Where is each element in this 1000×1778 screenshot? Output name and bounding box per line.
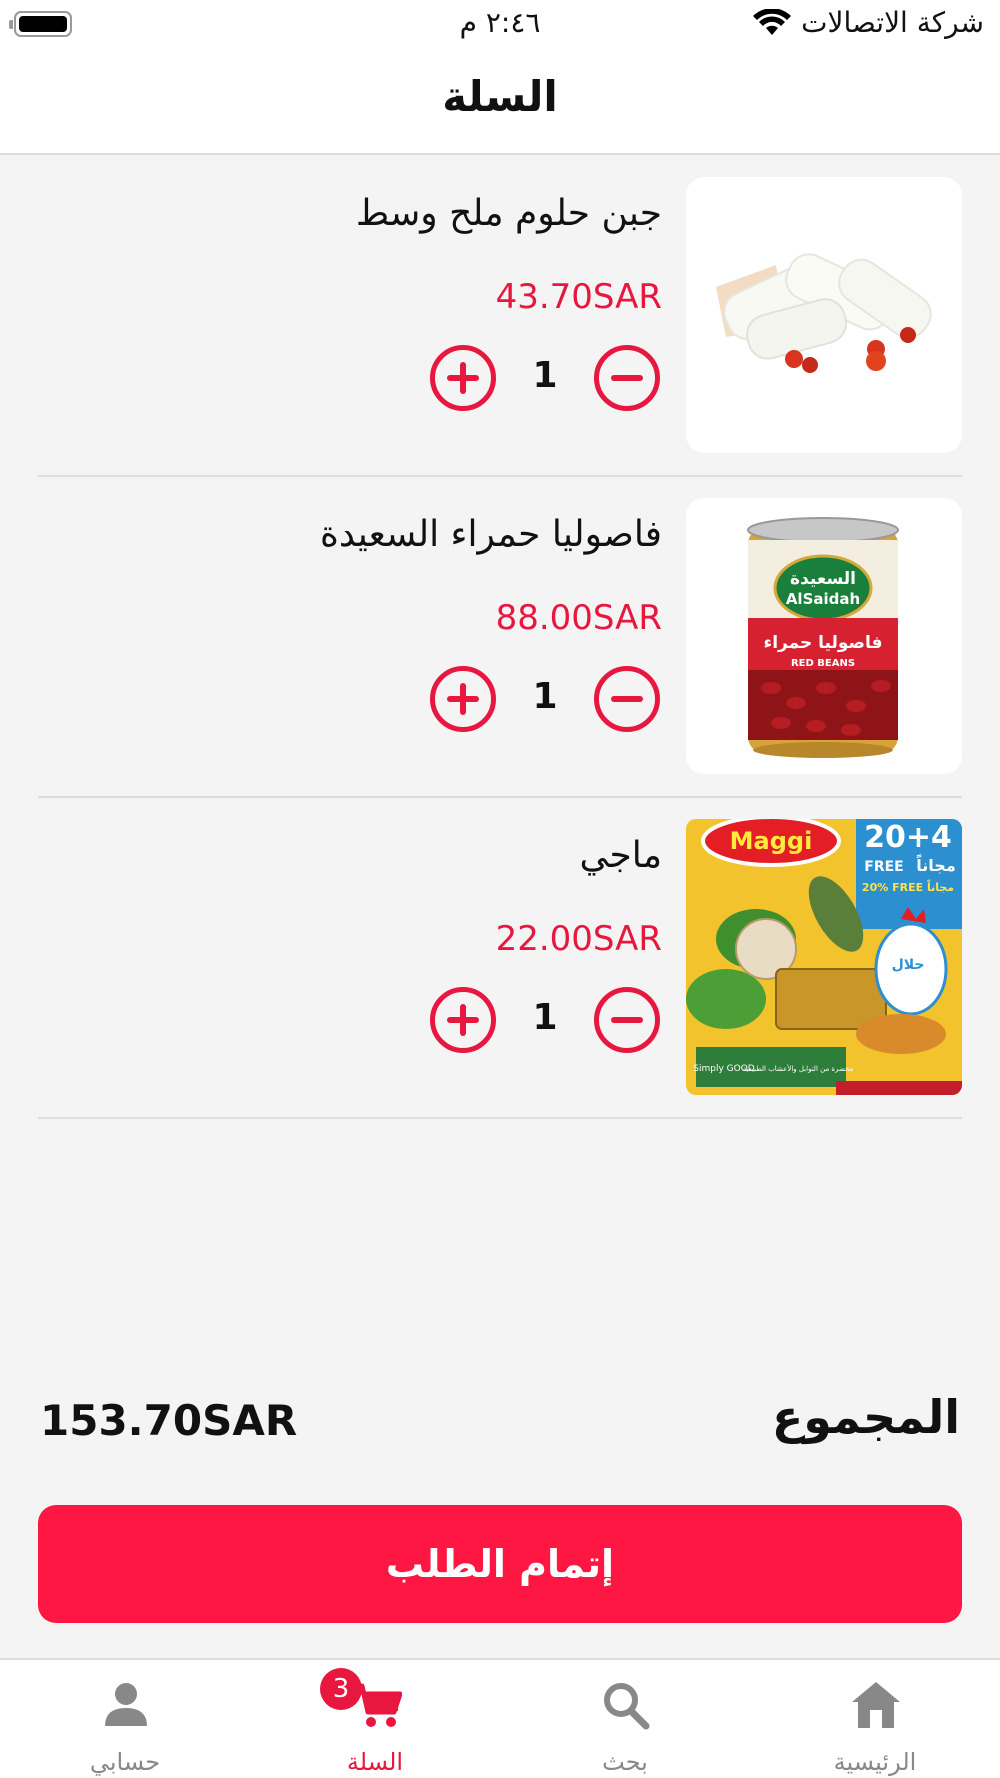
- product-price: 22.00SAR: [495, 919, 662, 959]
- tab-label: السلة: [346, 1748, 404, 1776]
- product-price: 88.00SAR: [495, 598, 662, 638]
- free-percent-text: 20% FREE مجاناً: [862, 879, 954, 894]
- plus-icon: [447, 683, 479, 715]
- tab-search[interactable]: بحث: [500, 1660, 750, 1778]
- minus-icon: [611, 1017, 643, 1023]
- product-name: ماجي: [579, 835, 662, 876]
- search-icon: [604, 1683, 650, 1730]
- status-time: ٢:٤٦ م: [459, 6, 541, 39]
- increase-quantity-button[interactable]: [430, 666, 496, 732]
- decrease-quantity-button[interactable]: [594, 987, 660, 1053]
- wifi-icon: [753, 8, 792, 35]
- halal-text: حلال: [892, 957, 925, 973]
- tab-label: الرئيسية: [833, 1748, 917, 1776]
- minus-icon: [611, 696, 643, 702]
- cart-item: جبن حلوم ملح وسط 43.70SAR 1: [38, 157, 962, 477]
- total-value: 153.70SAR: [40, 1396, 298, 1445]
- tab-home[interactable]: الرئيسية: [750, 1660, 1000, 1778]
- quantity-value: 1: [532, 997, 558, 1038]
- cart-item: 20+4 مجاناً FREE 20% FREE مجاناً Maggi ح…: [38, 799, 962, 1119]
- maggi-brand-text: Maggi: [730, 827, 813, 855]
- product-name: جبن حلوم ملح وسط: [355, 193, 662, 234]
- product-ar-text: فاصوليا حمراء: [764, 633, 883, 653]
- plus-icon: [447, 1004, 479, 1036]
- status-carrier: شركة الاتصالات: [753, 6, 984, 39]
- cart-item: السعيدة AlSaidah فاصوليا حمراء RED BEANS…: [38, 478, 962, 798]
- product-price: 43.70SAR: [495, 277, 662, 317]
- quantity-value: 1: [532, 676, 558, 717]
- halloumi-cheese-image: [686, 177, 962, 453]
- quantity-stepper: 1: [430, 345, 660, 411]
- promo-text: 20+4: [864, 820, 952, 855]
- tab-bar: حسابي 3 السلة بحث الرئيسية: [0, 1658, 1000, 1778]
- brand-ar-text: السعيدة: [790, 569, 856, 589]
- user-icon: [105, 1683, 147, 1726]
- header: السلة: [0, 50, 1000, 155]
- plus-icon: [447, 362, 479, 394]
- tab-cart[interactable]: 3 السلة: [250, 1660, 500, 1778]
- status-bar: ٢:٤٦ م شركة الاتصالات: [0, 0, 1000, 50]
- red-beans-can-image: السعيدة AlSaidah فاصوليا حمراء RED BEANS: [686, 498, 962, 774]
- natural-ar-text: محضرة من التوابل والأعشاب الطبيعية: [743, 1064, 854, 1073]
- tab-label: بحث: [602, 1748, 648, 1776]
- brand-en-text: AlSaidah: [786, 590, 860, 608]
- page-title: السلة: [442, 72, 558, 121]
- quantity-stepper: 1: [430, 666, 660, 732]
- product-en-text: RED BEANS: [791, 658, 855, 669]
- minus-icon: [611, 375, 643, 381]
- battery-icon: [9, 11, 72, 37]
- increase-quantity-button[interactable]: [430, 345, 496, 411]
- quantity-value: 1: [532, 355, 558, 396]
- free-text: FREE: [864, 859, 903, 875]
- decrease-quantity-button[interactable]: [594, 345, 660, 411]
- tab-account[interactable]: حسابي: [0, 1660, 250, 1778]
- total-label: المجموع: [771, 1390, 960, 1444]
- tab-label: حسابي: [89, 1748, 161, 1776]
- quantity-stepper: 1: [430, 987, 660, 1053]
- increase-quantity-button[interactable]: [430, 987, 496, 1053]
- product-name: فاصوليا حمراء السعيدة: [320, 514, 662, 555]
- checkout-button[interactable]: إتمام الطلب: [38, 1505, 962, 1623]
- home-icon: [852, 1682, 900, 1728]
- maggi-box-image: 20+4 مجاناً FREE 20% FREE مجاناً Maggi ح…: [686, 819, 962, 1095]
- free-ar-text: مجاناً: [916, 853, 956, 875]
- carrier-label: شركة الاتصالات: [801, 6, 984, 39]
- decrease-quantity-button[interactable]: [594, 666, 660, 732]
- cart-count-badge: 3: [320, 1668, 362, 1710]
